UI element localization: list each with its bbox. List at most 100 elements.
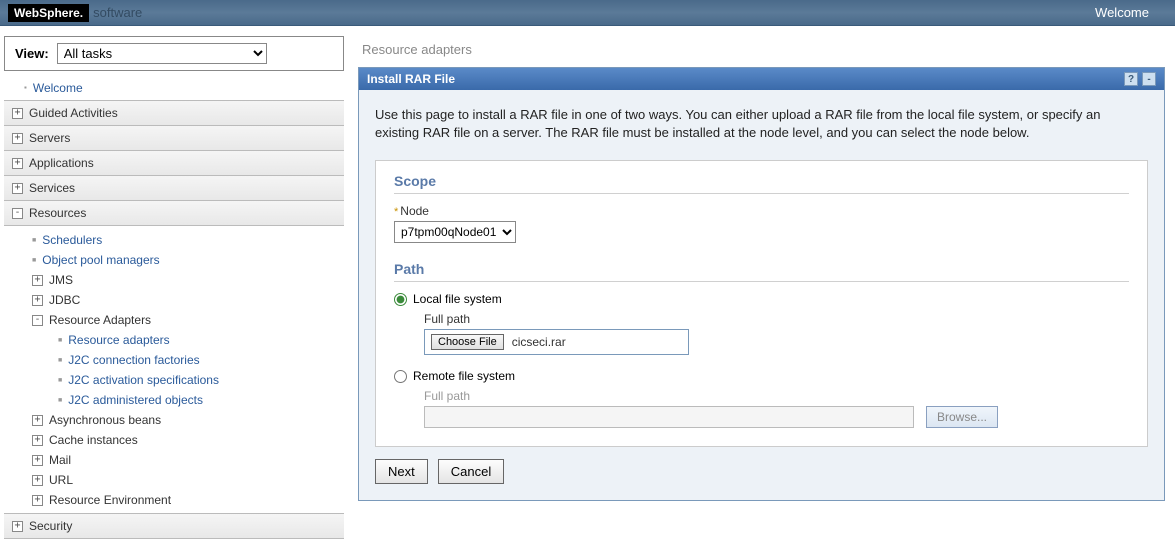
panel-title: Install RAR File (367, 72, 455, 86)
nav-cache-instances[interactable]: + Cache instances (24, 430, 344, 450)
nav-schedulers[interactable]: ■Schedulers (24, 230, 344, 250)
choose-file-button[interactable]: Choose File (431, 334, 504, 350)
remote-full-path-label: Full path (424, 389, 1129, 403)
nav-child-label: URL (49, 473, 73, 487)
nav-mail[interactable]: + Mail (24, 450, 344, 470)
minus-icon: - (12, 208, 23, 219)
nav-resources-children: ■Schedulers ■Object pool managers + JMS +… (4, 226, 344, 514)
plus-icon: + (32, 455, 43, 466)
nav-ra-j2c-activation-specifications[interactable]: ■J2C activation specifications (50, 370, 344, 390)
nav-child-label: Cache instances (49, 433, 138, 447)
logo: WebSphere. (8, 4, 89, 22)
local-full-path-field: Full path Choose File cicseci.rar (424, 312, 1129, 355)
minimize-icon[interactable]: - (1142, 72, 1156, 86)
panel-title-bar: Install RAR File ? - (359, 68, 1164, 90)
local-fs-radio[interactable] (394, 293, 407, 306)
nav-resources[interactable]: - Resources (4, 200, 344, 226)
form-box: Scope *Node p7tpm00qNode01 Path Local fi… (375, 160, 1148, 447)
breadcrumb: Resource adapters (358, 34, 1165, 67)
required-icon: * (394, 206, 398, 218)
nav-resource-adapters-children: ■Resource adapters ■J2C connection facto… (24, 330, 344, 410)
nav-section-label: Applications (29, 156, 94, 170)
plus-icon: + (32, 475, 43, 486)
nav-child-label: Schedulers (42, 233, 102, 247)
nav-child-label: JMS (49, 273, 73, 287)
plus-icon: + (32, 495, 43, 506)
nav-guided-activities[interactable]: + Guided Activities (4, 100, 344, 126)
divider (394, 281, 1129, 282)
nav-child-label: J2C administered objects (68, 393, 203, 407)
nav-child-label: Resource adapters (68, 333, 169, 347)
header-welcome-link[interactable]: Welcome (1095, 5, 1149, 20)
nav-jdbc[interactable]: + JDBC (24, 290, 344, 310)
nav-child-label: Object pool managers (42, 253, 159, 267)
plus-icon: + (12, 183, 23, 194)
sidebar: View: All tasks Welcome + Guided Activit… (0, 26, 348, 554)
nav-welcome-link[interactable]: Welcome (4, 77, 344, 101)
plus-icon: + (12, 158, 23, 169)
remote-path-input (424, 406, 914, 428)
local-fs-label: Local file system (413, 292, 502, 306)
file-input-box: Choose File cicseci.rar (424, 329, 689, 355)
selected-file-name: cicseci.rar (512, 335, 566, 349)
nav-section-label: Security (29, 519, 72, 533)
node-label: *Node (394, 204, 1129, 218)
plus-icon: + (32, 275, 43, 286)
nav-jms[interactable]: + JMS (24, 270, 344, 290)
panel-description: Use this page to install a RAR file in o… (375, 106, 1148, 142)
plus-icon: + (32, 415, 43, 426)
nav-child-label: JDBC (49, 293, 80, 307)
plus-icon: + (12, 133, 23, 144)
next-button[interactable]: Next (375, 459, 428, 484)
view-label: View: (15, 46, 49, 61)
help-icon[interactable]: ? (1124, 72, 1138, 86)
nav-tree: Welcome + Guided Activities + Servers + … (4, 77, 344, 539)
logo-subtitle: software (93, 5, 142, 20)
path-fieldset: Path Local file system Full path Choose … (394, 261, 1129, 428)
cancel-button[interactable]: Cancel (438, 459, 504, 484)
nav-ra-j2c-connection-factories[interactable]: ■J2C connection factories (50, 350, 344, 370)
nav-child-label: J2C activation specifications (68, 373, 219, 387)
nav-ra-j2c-administered-objects[interactable]: ■J2C administered objects (50, 390, 344, 410)
nav-section-label: Servers (29, 131, 70, 145)
nav-child-label: Mail (49, 453, 71, 467)
full-path-label: Full path (424, 312, 1129, 326)
nav-child-label: J2C connection factories (68, 353, 199, 367)
nav-resource-environment[interactable]: +Resource Environment (24, 490, 344, 510)
plus-icon: + (32, 295, 43, 306)
top-header: WebSphere. software Welcome (0, 0, 1175, 26)
nav-ra-resource-adapters[interactable]: ■Resource adapters (50, 330, 344, 350)
node-select[interactable]: p7tpm00qNode01 (394, 221, 516, 243)
minus-icon: - (32, 315, 43, 326)
button-row: Next Cancel (375, 459, 1148, 484)
nav-url[interactable]: + URL (24, 470, 344, 490)
view-select[interactable]: All tasks (57, 43, 267, 64)
nav-child-label: Asynchronous beans (49, 413, 161, 427)
divider (394, 193, 1129, 194)
remote-full-path-field: Full path Browse... (424, 389, 1129, 428)
main-content: Resource adapters Install RAR File ? - U… (348, 26, 1175, 554)
path-legend: Path (394, 261, 1129, 281)
nav-servers[interactable]: + Servers (4, 125, 344, 151)
remote-fs-radio-row: Remote file system (394, 369, 1129, 383)
remote-fs-radio[interactable] (394, 370, 407, 383)
nav-applications[interactable]: + Applications (4, 150, 344, 176)
panel-body: Use this page to install a RAR file in o… (359, 90, 1164, 500)
plus-icon: + (12, 521, 23, 532)
scope-legend: Scope (394, 173, 1129, 193)
remote-fs-label: Remote file system (413, 369, 515, 383)
nav-object-pool-managers[interactable]: ■Object pool managers (24, 250, 344, 270)
nav-child-label: Resource Adapters (49, 313, 151, 327)
nav-section-label: Services (29, 181, 75, 195)
nav-services[interactable]: + Services (4, 175, 344, 201)
plus-icon: + (12, 108, 23, 119)
browse-button: Browse... (926, 406, 998, 428)
plus-icon: + (32, 435, 43, 446)
nav-async-beans[interactable]: + Asynchronous beans (24, 410, 344, 430)
view-selector-box: View: All tasks (4, 36, 344, 71)
nav-security[interactable]: + Security (4, 513, 344, 539)
install-rar-panel: Install RAR File ? - Use this page to in… (358, 67, 1165, 501)
nav-section-label: Guided Activities (29, 106, 118, 120)
local-fs-radio-row: Local file system (394, 292, 1129, 306)
nav-resource-adapters[interactable]: -Resource Adapters (24, 310, 344, 330)
